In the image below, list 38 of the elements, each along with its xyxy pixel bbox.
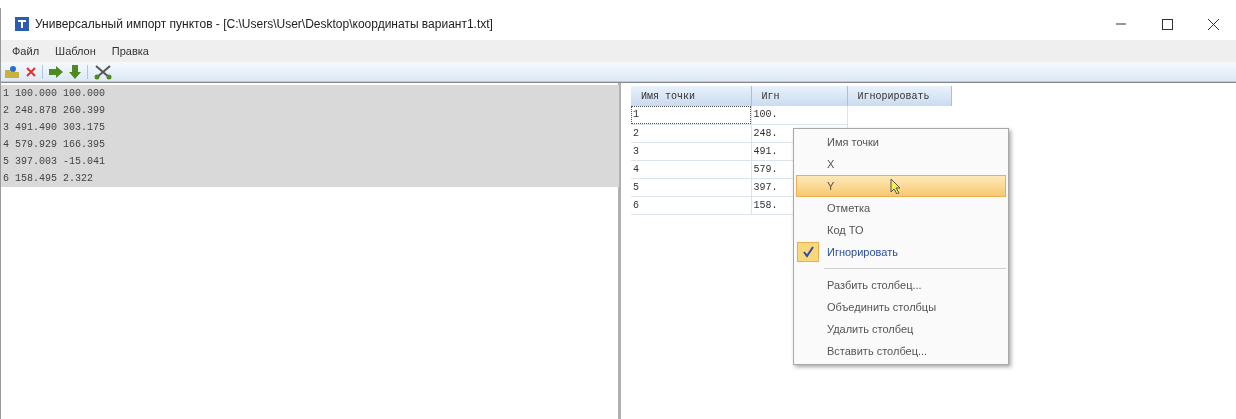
menu-item[interactable]: Шаблон xyxy=(48,42,103,60)
menu-option[interactable]: Удалить столбец xyxy=(796,318,1006,340)
menu-option[interactable]: Разбить столбец... xyxy=(796,274,1006,296)
table-cell: 1 xyxy=(631,106,751,124)
menu-option[interactable]: Вставить столбец... xyxy=(796,340,1006,362)
table-cell: 100. xyxy=(751,106,847,124)
table-cell: 6 xyxy=(631,196,751,214)
table-cell: 4 xyxy=(631,160,751,178)
text-line: 2 248.878 260.399 xyxy=(2,104,107,118)
text-line: 5 397.003 -15.041 xyxy=(2,155,107,169)
menu-option[interactable]: Игнорировать xyxy=(796,241,1006,263)
scissors-icon[interactable] xyxy=(94,63,112,80)
column-header[interactable]: Имя точки xyxy=(631,86,751,106)
text-line: 6 158.495 2.322 xyxy=(2,172,94,186)
column-header[interactable]: Игн xyxy=(751,86,847,106)
down-arrow-icon[interactable] xyxy=(69,64,81,79)
column-header[interactable]: Игнорировать xyxy=(847,86,951,106)
table-cell: 2 xyxy=(631,124,751,142)
text-line: 4 579.929 166.395 xyxy=(2,138,107,152)
text-line: 1 100.000 100.000 xyxy=(2,87,107,101)
mouse-cursor-icon xyxy=(890,178,903,194)
menu-option[interactable]: Объединить столбцы xyxy=(796,296,1006,318)
delete-icon[interactable] xyxy=(26,66,36,77)
minimize-icon xyxy=(1116,23,1126,25)
table-cell: 5 xyxy=(631,178,751,196)
text-line: 3 491.490 303.175 xyxy=(2,121,107,135)
menu-option[interactable]: Код ТО xyxy=(796,219,1006,241)
open-folder-icon[interactable] xyxy=(4,64,20,79)
app-icon xyxy=(15,17,29,31)
maximize-icon xyxy=(1161,18,1173,30)
checkmark-icon xyxy=(802,246,814,258)
window-title: Универсальный импорт пунктов - [C:\Users\User\Desktop\координаты вариант1.txt] xyxy=(35,16,493,33)
menu-item[interactable]: Файл xyxy=(5,42,47,60)
close-icon xyxy=(1207,18,1219,30)
right-arrow-icon[interactable] xyxy=(49,65,63,78)
menu-item[interactable]: Правка xyxy=(104,42,156,60)
menu-option[interactable]: Y xyxy=(796,175,1006,197)
table-cell: 3 xyxy=(631,142,751,160)
